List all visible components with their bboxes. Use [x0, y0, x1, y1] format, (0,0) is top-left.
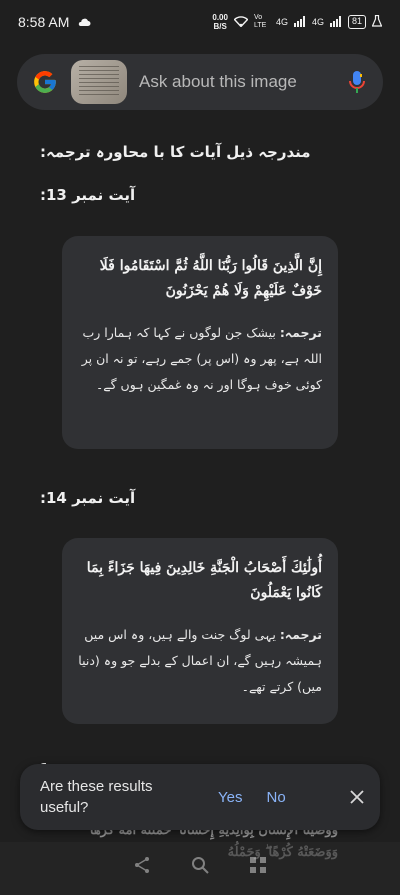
network-speed: 0.00 B/S	[212, 13, 228, 31]
ayah-14-card: أُولَٰئِكَ أَصْحَابُ الْجَنَّةِ خَالِدِي…	[62, 538, 338, 724]
ayah-14-translation-block: ترجمہ: یہی لوگ جنت والے ہیں، وہ اس میں ہ…	[78, 622, 322, 700]
intro-heading: مندرجہ ذیل آیات کا با محاورہ ترجمہ:	[40, 143, 311, 161]
cloud-icon	[77, 14, 91, 30]
share-icon[interactable]	[133, 856, 151, 878]
ayah-14-arabic: أُولَٰئِكَ أَصْحَابُ الْجَنَّةِ خَالِدِي…	[86, 560, 322, 601]
google-logo-icon[interactable]	[31, 68, 59, 96]
flask-icon	[371, 14, 383, 29]
ayah-13-arabic: إِنَّ الَّذِينَ قَالُوا رَبُّنَا اللَّهُ…	[99, 258, 322, 299]
ayah-13-translation-block: ترجمہ: بیشک جن لوگوں نے کہا کہ ہمارا رب …	[78, 320, 322, 398]
bottom-nav-icons	[0, 856, 400, 878]
translation-label: ترجمہ:	[279, 627, 322, 642]
feedback-question: Are these results useful?	[40, 778, 153, 816]
microphone-icon[interactable]	[345, 68, 369, 96]
feedback-yes-button[interactable]: Yes	[218, 789, 242, 806]
wifi-icon	[233, 15, 249, 29]
feedback-prompt: Are these results useful? Yes No	[20, 764, 380, 830]
ayah-14-heading: آیت نمبر 14:	[40, 489, 136, 507]
battery-indicator: 81	[347, 15, 366, 29]
ayah-13-heading: آیت نمبر 13:	[40, 186, 136, 204]
search-icon[interactable]	[191, 856, 209, 878]
status-left: 8:58 AM	[18, 14, 91, 30]
clock: 8:58 AM	[18, 14, 70, 30]
ayah-13-card: إِنَّ الَّذِينَ قَالُوا رَبُّنَا اللَّهُ…	[62, 236, 338, 449]
volte-label: Vo LTE	[253, 14, 267, 29]
feedback-no-button[interactable]: No	[266, 789, 285, 806]
grid-icon[interactable]	[249, 856, 267, 878]
search-input[interactable]: Ask about this image	[139, 72, 345, 92]
status-right: 0.00 B/S Vo LTE 4G 4G 81	[212, 13, 383, 31]
signal-label-1: 4G	[275, 17, 288, 27]
signal-icon	[329, 15, 342, 29]
status-bar: 8:58 AM 0.00 B/S Vo LTE 4G 4G 81	[0, 0, 400, 44]
close-icon[interactable]	[350, 785, 364, 809]
signal-icon	[293, 15, 306, 29]
image-thumbnail[interactable]	[71, 60, 127, 104]
signal-label-2: 4G	[311, 17, 324, 27]
translation-label: ترجمہ:	[279, 325, 322, 340]
search-bar[interactable]: Ask about this image	[17, 54, 383, 110]
